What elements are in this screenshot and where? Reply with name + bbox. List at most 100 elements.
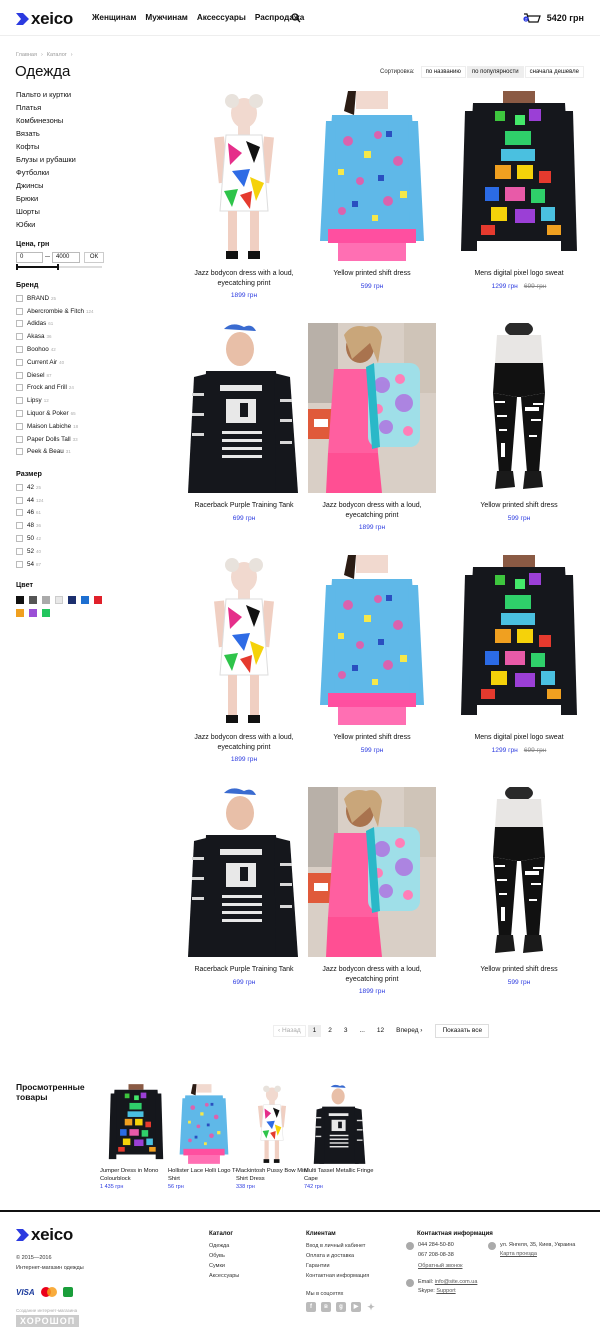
product-image[interactable] xyxy=(455,323,583,493)
color-swatch[interactable] xyxy=(16,609,24,617)
page-1[interactable]: 1 xyxy=(307,1025,322,1037)
checkbox[interactable] xyxy=(16,435,23,443)
nav-women[interactable]: Женщинам xyxy=(92,13,136,22)
viewed-product[interactable]: Jumper Dress in Mono Colourblock 1 435 г… xyxy=(100,1084,172,1190)
vk-icon[interactable]: в xyxy=(321,1302,331,1312)
color-swatch[interactable] xyxy=(29,596,37,604)
checkbox[interactable] xyxy=(16,358,23,366)
footer-link-contacts[interactable]: Контактная информация xyxy=(306,1273,369,1279)
category-link[interactable]: Кофты xyxy=(16,140,76,153)
product-name[interactable]: Jazz bodycon dress with a loud, eyecatch… xyxy=(180,269,308,288)
size-option[interactable]: 54 87 xyxy=(16,558,44,571)
checkbox[interactable] xyxy=(16,509,23,517)
product-image[interactable] xyxy=(455,555,583,725)
product-name[interactable]: Racerback Purple Training Tank xyxy=(180,965,308,975)
product-card[interactable]: Yellow printed shift dress 599 грн xyxy=(455,787,583,986)
viewed-product-image[interactable] xyxy=(242,1084,302,1164)
product-card[interactable]: Yellow printed shift dress 599 грн xyxy=(308,555,436,754)
brand-option[interactable]: Abercrombie & Fitch 124 xyxy=(16,305,94,318)
color-swatch[interactable] xyxy=(68,596,76,604)
product-image[interactable] xyxy=(180,323,308,493)
product-image[interactable] xyxy=(308,555,436,725)
sort-by-popularity[interactable]: по популярности xyxy=(466,66,524,78)
viewed-product-name[interactable]: Jumper Dress in Mono Colourblock xyxy=(100,1168,172,1183)
brand-option[interactable]: Paper Dolls Tall 33 xyxy=(16,433,94,446)
viewed-product-image[interactable] xyxy=(310,1084,370,1164)
footer-link-shoes[interactable]: Обувь xyxy=(209,1253,225,1259)
price-slider[interactable] xyxy=(16,264,102,270)
checkbox[interactable] xyxy=(16,535,23,543)
product-name[interactable]: Yellow printed shift dress xyxy=(455,501,583,511)
breadcrumb-home[interactable]: Главная xyxy=(16,52,37,58)
product-name[interactable]: Yellow printed shift dress xyxy=(308,269,436,279)
brand-option[interactable]: Maison Labiche 18 xyxy=(16,420,94,433)
nav-accessories[interactable]: Аксессуары xyxy=(197,13,246,22)
checkbox[interactable] xyxy=(16,410,23,418)
footer-link-clothing[interactable]: Одежда xyxy=(209,1243,229,1249)
google-plus-icon[interactable]: g xyxy=(336,1302,346,1312)
map-link[interactable]: Карта проезда xyxy=(500,1251,537,1257)
category-link[interactable]: Юбки xyxy=(16,218,76,231)
product-card[interactable]: Racerback Purple Training Tank 699 грн xyxy=(180,323,308,522)
color-swatch[interactable] xyxy=(81,596,89,604)
checkbox[interactable] xyxy=(16,422,23,430)
email-link[interactable]: info@site.com.ua xyxy=(435,1279,478,1285)
size-option[interactable]: 46 61 xyxy=(16,507,44,520)
brand-option[interactable]: Peek & Beau 31 xyxy=(16,446,94,459)
product-name[interactable]: Jazz bodycon dress with a loud, eyecatch… xyxy=(308,501,436,520)
cart-button[interactable]: 2 5420 грн xyxy=(523,11,584,25)
checkbox[interactable] xyxy=(16,346,23,354)
color-swatch[interactable] xyxy=(42,596,50,604)
page-12[interactable]: 12 xyxy=(372,1025,389,1037)
brand-option[interactable]: Diesel 87 xyxy=(16,369,94,382)
price-max-input[interactable]: 4000 xyxy=(52,252,80,263)
checkbox[interactable] xyxy=(16,307,23,315)
sort-by-name[interactable]: по названию xyxy=(420,66,466,78)
pagination-prev[interactable]: ‹ Назад xyxy=(273,1025,306,1037)
checkbox[interactable] xyxy=(16,333,23,341)
color-swatch[interactable] xyxy=(29,609,37,617)
brand-option[interactable]: Boohoo 42 xyxy=(16,343,94,356)
nav-men[interactable]: Мужчинам xyxy=(145,13,187,22)
checkbox[interactable] xyxy=(16,522,23,530)
product-image[interactable] xyxy=(180,555,308,725)
price-min-input[interactable]: 0 xyxy=(16,252,43,263)
size-option[interactable]: 42 25 xyxy=(16,481,44,494)
brand-option[interactable]: Akasa 36 xyxy=(16,330,94,343)
checkbox[interactable] xyxy=(16,320,23,328)
category-link[interactable]: Вязать xyxy=(16,127,76,140)
checkbox[interactable] xyxy=(16,397,23,405)
color-swatch[interactable] xyxy=(55,596,63,604)
checkbox[interactable] xyxy=(16,560,23,568)
brand-option[interactable]: Frock and Frill 24 xyxy=(16,382,94,395)
viewed-product[interactable]: Multi Tassel Metallic Fringe Cape 742 гр… xyxy=(304,1084,376,1190)
pagination-next[interactable]: Вперед › xyxy=(391,1025,427,1037)
callback-link[interactable]: Обратный звонок xyxy=(418,1263,462,1269)
footer-link-login[interactable]: Вход в личный кабинет xyxy=(306,1243,365,1249)
brand-option[interactable]: Liquor & Poker 65 xyxy=(16,407,94,420)
color-swatch[interactable] xyxy=(94,596,102,604)
product-card[interactable]: Racerback Purple Training Tank 699 грн xyxy=(180,787,308,986)
page-2[interactable]: 2 xyxy=(323,1025,337,1037)
youtube-icon[interactable]: ▶ xyxy=(351,1302,361,1312)
product-card[interactable]: Jazz bodycon dress with a loud, eyecatch… xyxy=(180,91,308,299)
phone-2[interactable]: 067 208-08-38 xyxy=(418,1252,454,1258)
category-link[interactable]: Пальто и куртки xyxy=(16,88,76,101)
price-slider-handle-min[interactable] xyxy=(16,264,18,270)
category-link[interactable]: Шорты xyxy=(16,205,76,218)
product-name[interactable]: Yellow printed shift dress xyxy=(455,965,583,975)
footer-link-accessories[interactable]: Аксессуары xyxy=(209,1273,239,1279)
category-link[interactable]: Блузы и рубашки xyxy=(16,153,76,166)
size-option[interactable]: 48 36 xyxy=(16,519,44,532)
brand-option[interactable]: BRAND 25 xyxy=(16,292,94,305)
product-image[interactable] xyxy=(180,787,308,957)
category-link[interactable]: Комбинезоны xyxy=(16,114,76,127)
checkbox[interactable] xyxy=(16,496,23,504)
category-link[interactable]: Футболки xyxy=(16,166,76,179)
breadcrumb-catalog[interactable]: Каталог xyxy=(47,52,67,58)
footer-link-bags[interactable]: Сумки xyxy=(209,1263,225,1269)
skype-link[interactable]: Support xyxy=(436,1288,455,1294)
size-option[interactable]: 52 40 xyxy=(16,545,44,558)
checkbox[interactable] xyxy=(16,294,23,302)
made-by-logo[interactable]: ХОРОШОП xyxy=(16,1315,80,1327)
